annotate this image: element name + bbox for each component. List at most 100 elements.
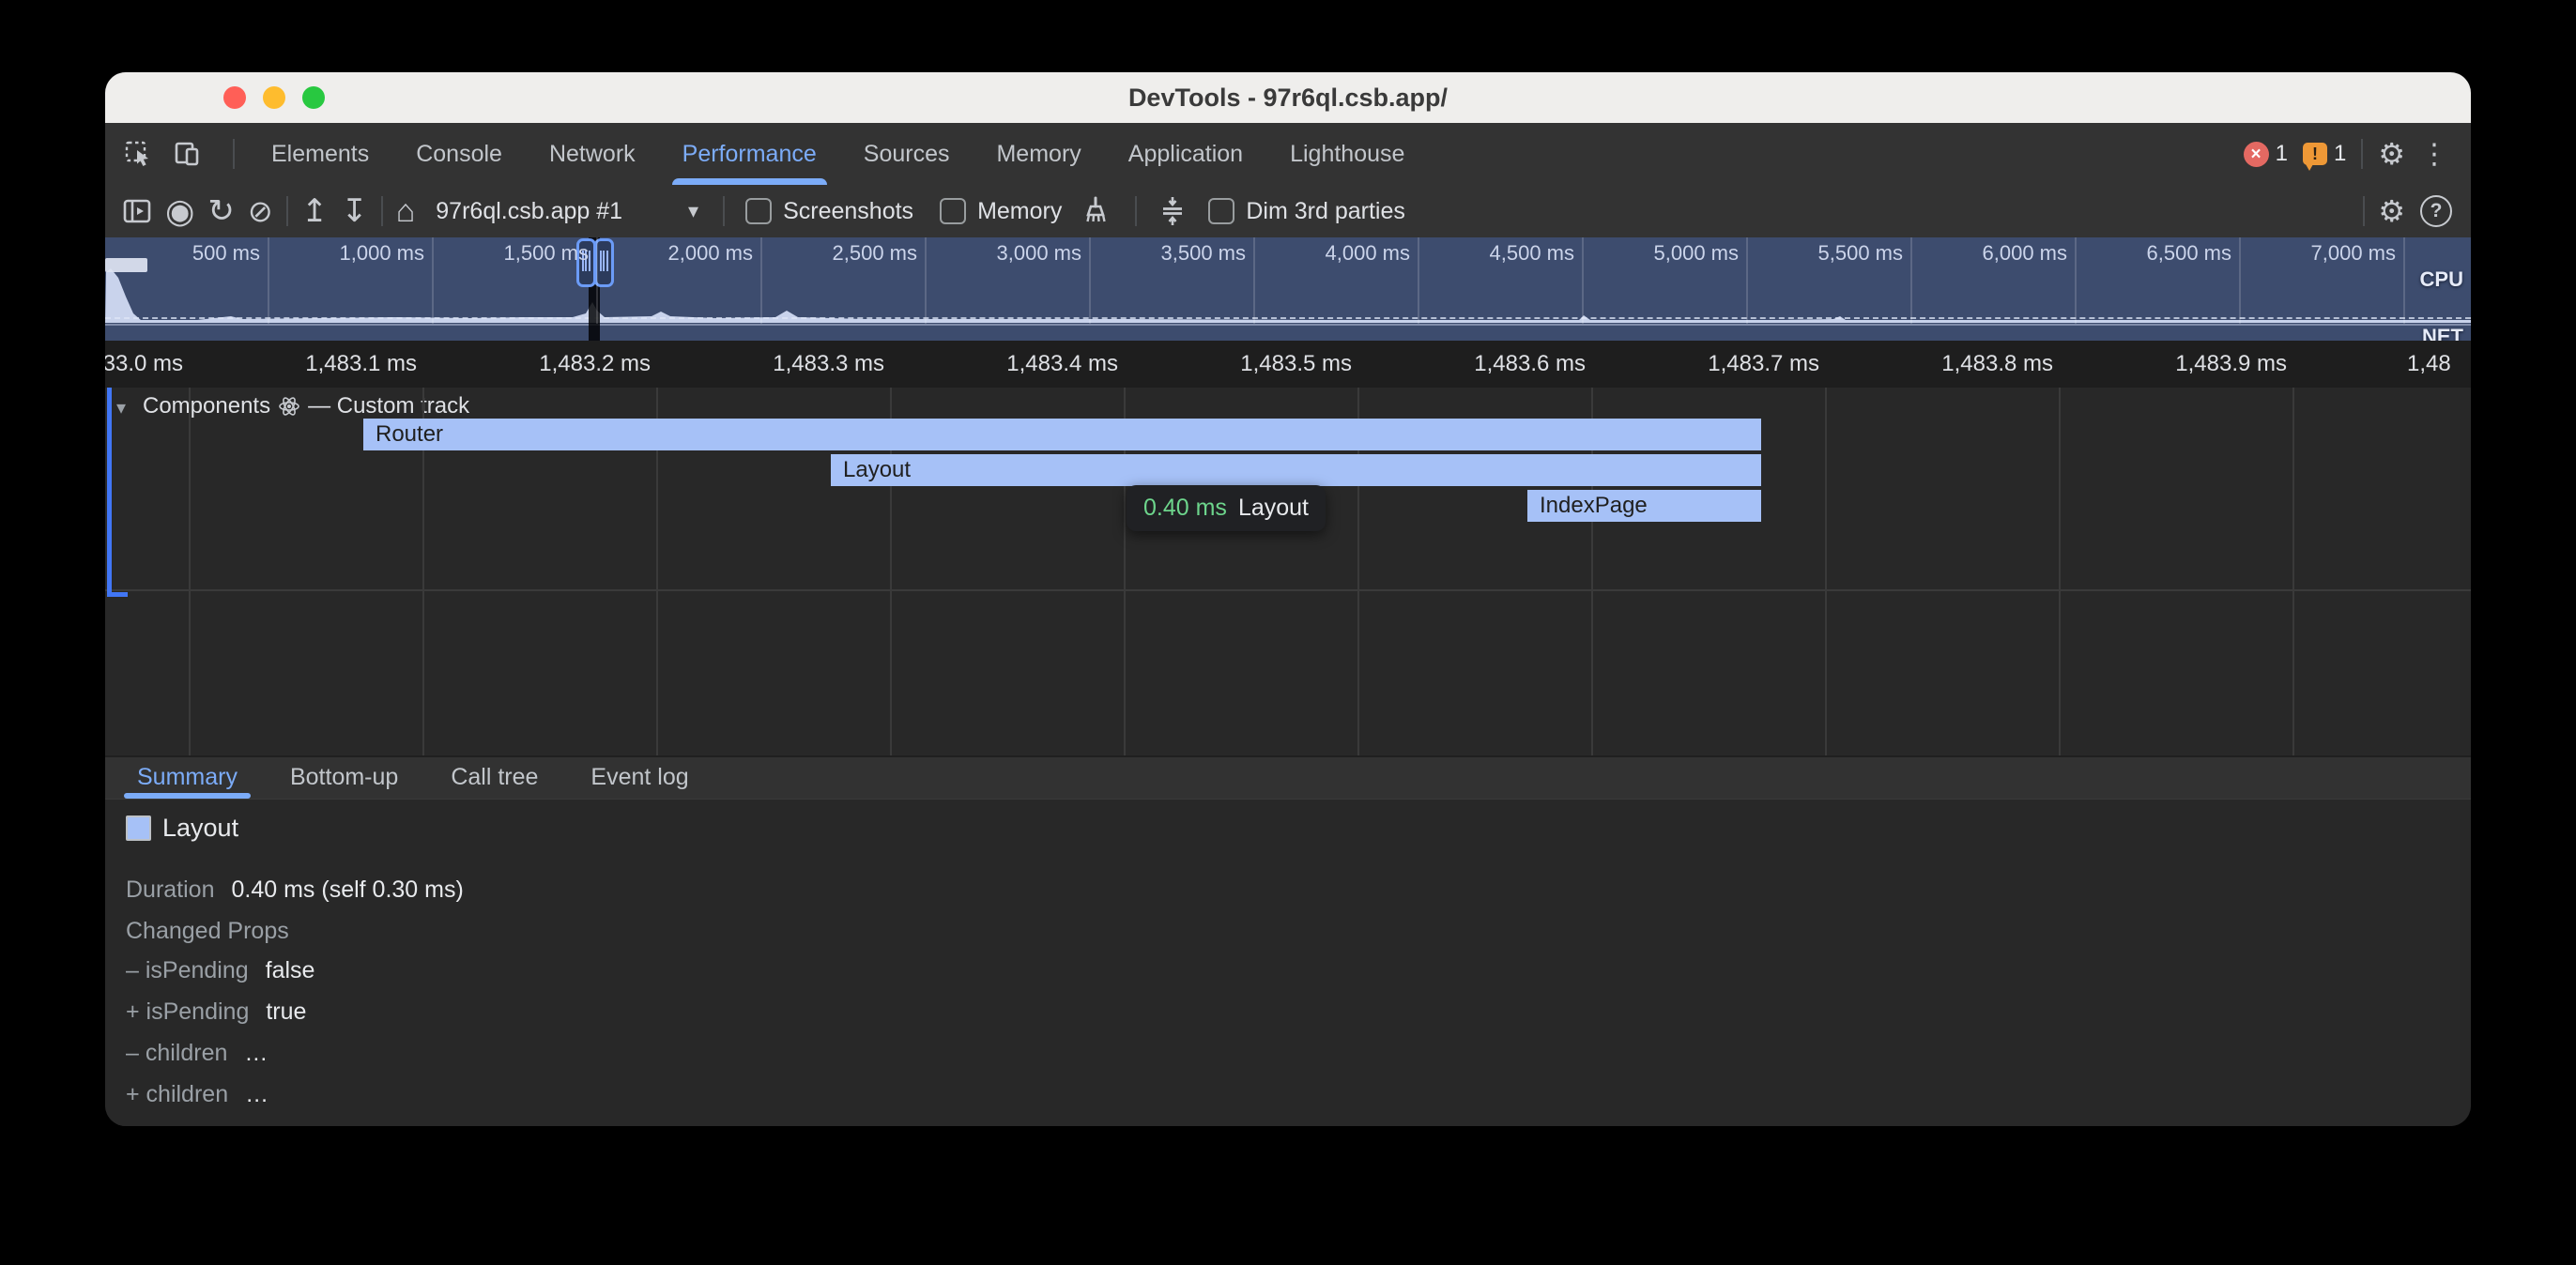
details-tab-bottom-up[interactable]: Bottom-up	[290, 756, 398, 800]
help-icon[interactable]: ?	[2420, 195, 2452, 227]
home-icon[interactable]: ⌂	[396, 193, 416, 230]
flame-gridline	[2059, 388, 2061, 755]
ruler-tick-label: 1,483.4 ms	[930, 351, 1118, 377]
gc-brush-icon[interactable]	[1081, 195, 1112, 227]
capture-settings-gear-icon[interactable]: ⚙	[2378, 193, 2405, 229]
prop-name: + children	[126, 1081, 228, 1108]
console-errors-button[interactable]: × 1	[2244, 141, 2288, 167]
flame-bar-layout[interactable]: Layout	[831, 454, 1761, 486]
prop-value: …	[244, 1040, 268, 1067]
prop-row: + isPendingtrue	[126, 997, 306, 1027]
device-toolbar-icon[interactable]	[173, 139, 203, 169]
details-tab-call-tree[interactable]: Call tree	[451, 756, 538, 800]
tab-memory[interactable]: Memory	[973, 123, 1104, 185]
overview-tick-label: 3,500 ms	[1060, 241, 1246, 266]
flame-gridline	[189, 388, 191, 755]
tab-console[interactable]: Console	[392, 123, 526, 185]
performance-toolbar: ◉ ↻ ⊘ ↥ ↧ ⌂ 97r6ql.csb.app #1 ▾ Screensh…	[105, 185, 2471, 237]
target-label: 97r6ql.csb.app #1	[436, 198, 622, 225]
duration-row: Duration 0.40 ms (self 0.30 ms)	[126, 875, 464, 905]
title-bar: DevTools - 97r6ql.csb.app/	[105, 72, 2471, 124]
overview-tick-label: 5,000 ms	[1553, 241, 1739, 266]
panel-tabs: ElementsConsoleNetworkPerformanceSources…	[248, 123, 1428, 185]
window-title: DevTools - 97r6ql.csb.app/	[105, 72, 2471, 123]
overview-tick-label: 2,000 ms	[567, 241, 753, 266]
more-options-icon[interactable]: ⋮	[2420, 138, 2448, 171]
track-collapse-caret-icon[interactable]: ▾	[116, 396, 126, 419]
download-profile-icon[interactable]: ↧	[341, 192, 368, 230]
timeline-overview[interactable]: CPU NET 500 ms1,000 ms1,500 ms2,000 ms2,…	[105, 237, 2471, 341]
ruler-tick-label: 1,483.6 ms	[1398, 351, 1586, 377]
tab-elements[interactable]: Elements	[248, 123, 392, 185]
record-icon[interactable]: ◉	[165, 191, 194, 231]
summary-pane: Layout Duration 0.40 ms (self 0.30 ms) C…	[105, 800, 2471, 1126]
prop-value: false	[266, 957, 315, 984]
overview-tick-label: 4,000 ms	[1224, 241, 1410, 266]
toolbar-divider4	[1135, 196, 1137, 226]
flame-bar-router[interactable]: Router	[363, 419, 1761, 450]
tab-performance[interactable]: Performance	[659, 123, 840, 185]
prop-row: – children…	[126, 1038, 268, 1068]
ruler-tick-label: 1,483.9 ms	[2099, 351, 2287, 377]
duration-label: Duration	[126, 876, 215, 904]
tab-network[interactable]: Network	[526, 123, 659, 185]
track-header[interactable]: Components — Custom track	[143, 393, 469, 419]
net-label: NET	[2422, 325, 2463, 341]
cpu-label: CPU	[2420, 267, 2463, 292]
selected-details-tab-underline	[124, 793, 251, 799]
chevron-down-icon: ▾	[688, 199, 698, 223]
ruler-tick-label: 1,483.5 ms	[1164, 351, 1352, 377]
clear-icon[interactable]: ⊘	[248, 193, 273, 229]
memory-checkbox[interactable]: Memory	[940, 198, 1062, 225]
toolbar-divider5	[2363, 196, 2365, 226]
flame-gridline	[2292, 388, 2294, 755]
error-count: 1	[2276, 141, 2288, 167]
network-band	[105, 324, 2471, 341]
toggle-sidebar-icon[interactable]	[122, 196, 152, 226]
overview-tick-label: 3,000 ms	[896, 241, 1081, 266]
issues-icon: !	[2303, 143, 2327, 165]
toolbar-divider3	[723, 196, 725, 226]
toolbar-divider2	[381, 196, 383, 226]
overview-tick-label: 5,500 ms	[1717, 241, 1903, 266]
changed-props-label: Changed Props	[126, 918, 289, 945]
ruler-tick-label: 33.0 ms	[105, 351, 183, 377]
tab-lighthouse[interactable]: Lighthouse	[1266, 123, 1428, 185]
screenshots-checkbox[interactable]: Screenshots	[745, 198, 913, 225]
prop-row: – isPending false	[126, 955, 314, 985]
badges-divider	[2361, 139, 2363, 169]
tooltip-label: Layout	[1238, 495, 1309, 521]
detail-time-ruler[interactable]: 33.0 ms1,483.1 ms1,483.2 ms1,483.3 ms1,4…	[105, 341, 2471, 388]
inspect-element-icon[interactable]	[123, 139, 153, 169]
details-tab-bar: Summary Bottom-up Call tree Event log	[105, 755, 2471, 800]
cpu-baseline-dashed	[105, 317, 2471, 319]
details-tab-event-log[interactable]: Event log	[590, 756, 688, 800]
issues-button[interactable]: ! 1	[2303, 141, 2346, 167]
prop-value: true	[266, 998, 306, 1026]
event-tooltip: 0.40 msLayout	[1127, 485, 1326, 531]
prop-name: – isPending	[126, 957, 249, 984]
tabbar-divider	[233, 139, 235, 169]
tab-application[interactable]: Application	[1105, 123, 1266, 185]
settings-gear-icon[interactable]: ⚙	[2378, 136, 2405, 172]
target-selector[interactable]: 97r6ql.csb.app #1 ▾	[436, 198, 698, 225]
ruler-tick-label: 1,483.1 ms	[229, 351, 417, 377]
ruler-tick-label: 1,483.8 ms	[1865, 351, 2053, 377]
prop-value: …	[245, 1081, 268, 1108]
overview-tick-label: 6,500 ms	[2046, 241, 2231, 266]
flame-chart[interactable]: ▾ Components — Custom track Router Layout…	[105, 388, 2471, 755]
selected-track-bracket	[107, 388, 112, 597]
flame-bar-indexpage[interactable]: IndexPage	[1527, 490, 1761, 522]
overview-tick-label: 1,000 ms	[238, 241, 424, 266]
overview-tick-label: 1,500 ms	[403, 241, 589, 266]
tab-sources[interactable]: Sources	[840, 123, 974, 185]
reload-and-record-icon[interactable]: ↻	[207, 192, 235, 230]
summary-title: Layout	[162, 814, 238, 843]
collapse-metrics-icon[interactable]	[1158, 195, 1188, 227]
toolbar-divider	[286, 196, 288, 226]
details-tab-summary[interactable]: Summary	[137, 756, 238, 800]
changed-props-row: Changed Props	[126, 916, 289, 946]
dim-3rd-parties-checkbox[interactable]: Dim 3rd parties	[1208, 198, 1405, 225]
upload-profile-icon[interactable]: ↥	[301, 192, 329, 230]
track-bottom-line	[105, 589, 2471, 591]
